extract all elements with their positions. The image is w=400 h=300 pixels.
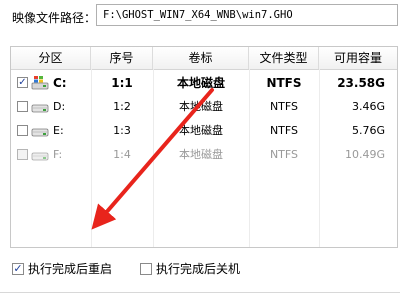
shutdown-label: 执行完成后关机 <box>156 262 241 276</box>
partition-index: 1:2 <box>113 100 131 113</box>
reboot-label: 执行完成后重启 <box>28 262 113 276</box>
hard-drive-icon <box>31 152 49 161</box>
partition-checkbox[interactable] <box>17 101 28 112</box>
partition-volume-label: 本地磁盘 <box>179 100 223 113</box>
partition-letter: F: <box>53 148 63 161</box>
partition-free-space: 3.46G <box>351 100 385 113</box>
column-header-file-system[interactable]: 文件类型 <box>249 47 319 69</box>
partition-checkbox[interactable] <box>17 125 28 136</box>
partition-file-system: NTFS <box>269 124 299 137</box>
table-header: 分区 序号 卷标 文件类型 可用容量 <box>11 47 397 70</box>
system-drive-icon <box>31 76 49 90</box>
partition-letter: C: <box>53 76 67 90</box>
shutdown-after-complete-option[interactable]: 执行完成后关机 <box>140 262 260 276</box>
partition-letter: E: <box>53 124 64 137</box>
partition-index: 1:1 <box>111 76 133 90</box>
partition-table: 分区 序号 卷标 文件类型 可用容量 ✓ C: 1:1 本地磁盘 NTFS 23… <box>10 46 398 248</box>
partition-file-system: NTFS <box>269 148 299 161</box>
hard-drive-icon <box>31 104 49 113</box>
partition-free-space: 5.76G <box>351 124 385 137</box>
partition-file-system: NTFS <box>269 100 299 113</box>
reboot-checkbox[interactable]: ✓ <box>12 263 24 275</box>
column-header-partition[interactable]: 分区 <box>11 47 91 69</box>
column-header-index[interactable]: 序号 <box>91 47 153 69</box>
partition-index: 1:3 <box>113 124 131 137</box>
column-header-volume-label[interactable]: 卷标 <box>153 47 249 69</box>
partition-checkbox[interactable]: ✓ <box>17 77 28 88</box>
reboot-after-complete-option[interactable]: ✓ 执行完成后重启 <box>12 262 132 276</box>
check-mark-icon: ✓ <box>13 262 23 275</box>
hard-drive-icon <box>31 128 49 137</box>
partition-volume-label: 本地磁盘 <box>179 124 223 137</box>
partition-row-d[interactable]: D: 1:2 本地磁盘 NTFS 3.46G <box>11 95 397 119</box>
partition-row-e[interactable]: E: 1:3 本地磁盘 NTFS 5.76G <box>11 119 397 143</box>
divider <box>0 292 400 293</box>
partition-letter: D: <box>53 100 66 113</box>
partition-volume-label: 本地磁盘 <box>176 76 225 90</box>
partition-checkbox <box>17 149 28 160</box>
partition-row-f: F: 1:4 本地磁盘 NTFS 10.49G <box>11 143 397 167</box>
image-path-field[interactable]: F:\GHOST_WIN7_X64_WNB\win7.GHO <box>96 4 398 26</box>
column-header-free-space[interactable]: 可用容量 <box>319 47 397 69</box>
partition-free-space: 23.58G <box>337 76 385 90</box>
partition-file-system: NTFS <box>266 76 302 90</box>
shutdown-checkbox[interactable] <box>140 263 152 275</box>
partition-volume-label: 本地磁盘 <box>179 148 223 161</box>
check-mark-icon: ✓ <box>18 77 27 88</box>
image-path-label: 映像文件路径： <box>12 11 97 25</box>
partition-free-space: 10.49G <box>344 148 385 161</box>
partition-index: 1:4 <box>113 148 131 161</box>
partition-row-c[interactable]: ✓ C: 1:1 本地磁盘 NTFS 23.58G <box>11 71 397 95</box>
